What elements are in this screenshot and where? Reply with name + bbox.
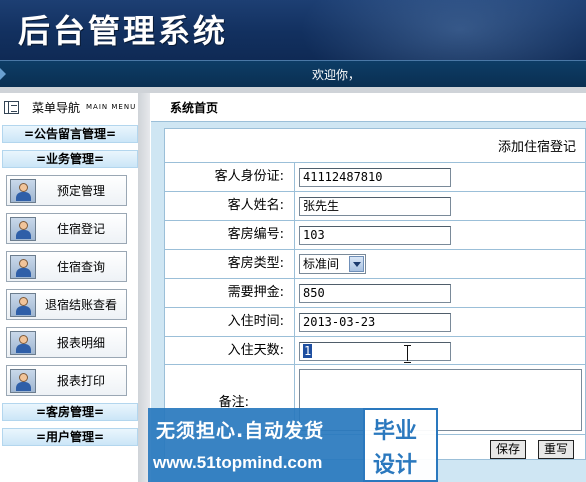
deposit-label: 需要押金: — [164, 279, 295, 307]
user-icon — [10, 292, 36, 317]
form-title: 添加住宿登记 — [497, 140, 576, 155]
watermark-text-bottom: 设计 — [373, 453, 418, 478]
watermark-left: 无须担心.自动发货 www.51topmind.com — [148, 408, 363, 482]
row-id-card: 客人身份证: 41112487810 — [164, 162, 586, 191]
guest-name-label: 客人姓名: — [164, 192, 295, 220]
user-icon — [10, 178, 36, 203]
sidebar-item-label: 报表打印 — [56, 374, 105, 388]
group-notice-management[interactable]: =公告留言管理= — [2, 125, 138, 143]
sidebar-item-label: 住宿查询 — [56, 260, 105, 274]
checkin-date-input[interactable]: 2013-03-23 — [299, 313, 451, 332]
id-card-label: 客人身份证: — [164, 163, 295, 191]
stay-days-label: 入住天数: — [164, 337, 295, 365]
user-icon — [10, 254, 36, 279]
system-title: 后台管理系统 — [18, 12, 229, 50]
menu-subtitle: MAIN MENU — [86, 103, 137, 111]
watermark-text-top: 毕业 — [373, 419, 418, 444]
group-room-management[interactable]: =客房管理= — [2, 403, 138, 421]
sidebar-item-report-detail[interactable]: 报表明细 — [6, 327, 127, 358]
guest-name-input[interactable]: 张先生 — [299, 197, 451, 216]
row-checkin-date: 入住时间: 2013-03-23 — [164, 307, 586, 336]
reset-button[interactable]: 重写 — [538, 440, 575, 459]
menu-title: 菜单导航 — [32, 100, 81, 115]
group-user-management[interactable]: =用户管理= — [2, 428, 138, 446]
arrow-icon — [0, 68, 6, 80]
row-room-type: 客房类型: 标准间 — [164, 249, 586, 278]
chevron-down-icon[interactable] — [349, 256, 364, 272]
save-button[interactable]: 保存 — [490, 440, 527, 459]
watermark-slogan: 无须担心.自动发货 — [156, 420, 325, 442]
user-icon — [10, 216, 36, 241]
watermark: 无须担心.自动发货 www.51topmind.com 毕业 设计 — [148, 408, 438, 482]
sidebar-item-label: 退宿结账查看 — [44, 298, 117, 312]
banner-glow — [300, 0, 586, 60]
room-type-label: 客房类型: — [164, 250, 295, 278]
watermark-right: 毕业 设计 — [363, 408, 438, 482]
deposit-input[interactable]: 850 — [299, 284, 451, 303]
text-cursor-icon — [403, 345, 413, 363]
sidebar-item-label: 预定管理 — [56, 184, 105, 198]
room-type-value: 标准间 — [303, 257, 340, 271]
sidebar-item-report-print[interactable]: 报表打印 — [6, 365, 127, 396]
user-icon — [10, 368, 36, 393]
user-icon — [10, 330, 36, 355]
sidebar-item-checkin[interactable]: 住宿登记 — [6, 213, 127, 244]
room-number-label: 客房编号: — [164, 221, 295, 249]
stay-days-input[interactable]: 1 — [299, 342, 451, 361]
row-guest-name: 客人姓名: 张先生 — [164, 191, 586, 220]
sidebar: 菜单导航 MAIN MENU =公告留言管理= =业务管理= 预定管理 住宿登记… — [0, 93, 140, 482]
room-number-input[interactable]: 103 — [299, 226, 451, 245]
row-room-number: 客房编号: 103 — [164, 220, 586, 249]
selected-text: 1 — [303, 344, 313, 358]
id-card-input[interactable]: 41112487810 — [299, 168, 451, 187]
group-business-management[interactable]: =业务管理= — [2, 150, 138, 168]
row-deposit: 需要押金: 850 — [164, 278, 586, 307]
row-stay-days: 入住天数: 1 — [164, 336, 586, 365]
watermark-url: www.51topmind.com — [153, 453, 323, 472]
sidebar-item-label: 住宿登记 — [56, 222, 105, 236]
sidebar-item-checkout[interactable]: 退宿结账查看 — [6, 289, 127, 320]
top-banner: 后台管理系统 — [0, 0, 586, 60]
welcome-bar: 欢迎你， — [0, 60, 586, 87]
breadcrumb: 系统首页 — [170, 101, 219, 115]
room-type-select[interactable]: 标准间 — [299, 254, 366, 274]
welcome-text: 欢迎你， — [312, 68, 361, 82]
menu-icon — [4, 100, 19, 114]
sidebar-item-stay-query[interactable]: 住宿查询 — [6, 251, 127, 282]
sidebar-item-reservation[interactable]: 预定管理 — [6, 175, 127, 206]
sidebar-item-label: 报表明细 — [56, 336, 105, 350]
menu-header: 菜单导航 MAIN MENU — [0, 93, 140, 121]
checkin-date-label: 入住时间: — [164, 308, 295, 336]
